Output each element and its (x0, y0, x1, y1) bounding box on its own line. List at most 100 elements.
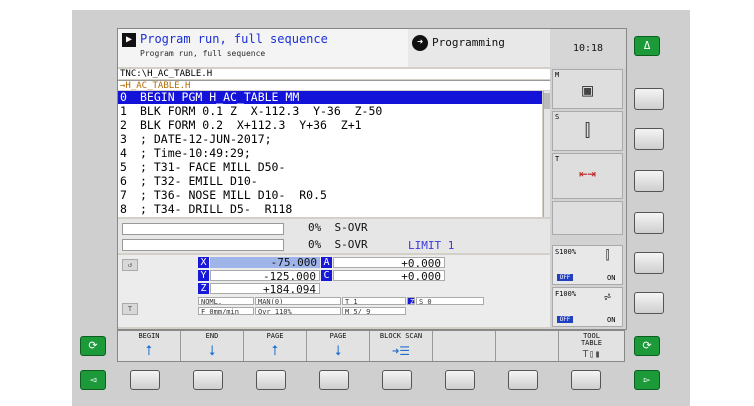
m-function-box[interactable]: M ▣ (552, 69, 623, 109)
page-down-icon: ⭣ (334, 343, 342, 359)
bottom-hardkey-2[interactable] (193, 370, 223, 390)
line-text: ; T34- DRILL D5- R118 (140, 202, 293, 216)
programming-icon: ➜ (412, 35, 428, 51)
axis-y-label: Y (198, 270, 209, 281)
right-hardkey-6[interactable] (634, 292, 664, 314)
programming-mode-tab[interactable]: ➜ Programming (408, 29, 550, 67)
tool-table-softkey[interactable]: TOOL TABLE T▯▮ (559, 331, 624, 361)
softkey-left-arrow-button[interactable]: ◅ (80, 370, 106, 390)
end-softkey[interactable]: END ⭣ (181, 331, 244, 361)
arrow-down-icon: ⭣ (208, 343, 216, 359)
program-listing[interactable]: 0 BEGIN PGM H_AC_TABLE MM 1 BLK FORM 0.1 Z … (118, 91, 542, 217)
status-mode: NOML. (198, 297, 254, 305)
mode-title: Program run, full sequence (140, 32, 328, 46)
status-feed: F 0mm/min (198, 307, 254, 315)
t-tag: T (555, 155, 560, 163)
tool-status-icon: T (122, 303, 138, 315)
line-number: 1 (120, 104, 127, 118)
line-text: ; T32- EMILL D10- (140, 174, 258, 188)
right-hardkey-2[interactable] (634, 128, 664, 150)
program-line[interactable]: 2 BLK FORM 0.2 X+112.3 Y+36 Z+1 (118, 119, 542, 132)
line-number: 4 (120, 146, 127, 160)
s-function-box[interactable]: S ⫿ (552, 111, 623, 151)
page-up-label: PAGE (266, 332, 284, 340)
status-ovr: Ovr 110% (255, 307, 341, 315)
bottom-hardkey-5[interactable] (382, 370, 412, 390)
right-status-panel: M ▣ S ⫿ T ⇤⇥ S100% ⫿ OFF ON F100% ⩫ OFF … (550, 67, 626, 329)
right-rotate-button[interactable]: ⟳ (634, 336, 660, 356)
spindle-override-text: 0% S-OVR (308, 238, 368, 251)
cnc-screen: ▶ Program run, full sequence Program run… (117, 28, 627, 330)
status-m: M 5/ 9 (342, 307, 406, 315)
program-line[interactable]: 3 ; DATE-12-JUN-2017; (118, 133, 542, 146)
limit-label: LIMIT 1 (408, 239, 455, 252)
mode-switch-button[interactable]: Δ (634, 36, 660, 56)
status-spindle-speed: S 0 (416, 297, 484, 305)
bottom-hardkey-3[interactable] (256, 370, 286, 390)
f100-label: F100% (555, 290, 577, 298)
block-scan-softkey[interactable]: BLOCK SCAN ➜☰ (370, 331, 433, 361)
spindle-icon: ⫿ (584, 120, 591, 141)
bottom-hardkey-1[interactable] (130, 370, 160, 390)
s100-label: S100% (555, 248, 577, 256)
position-display: ↺ X -75.000 A +0.000 Y -125.000 C +0.000… (118, 255, 550, 327)
file-tab[interactable]: →H_AC_TABLE.H (118, 80, 550, 91)
block-scan-icon: ➜☰ (392, 344, 410, 358)
machine-icon: ▣ (582, 80, 593, 101)
axis-a-value: +0.000 (333, 257, 445, 269)
program-line[interactable]: 8 ; T34- DRILL D5- R118 (118, 203, 542, 216)
program-line[interactable]: 1 BLK FORM 0.1 Z X-112.3 Y-36 Z-50 (118, 105, 542, 118)
feed-override-bar (122, 223, 284, 235)
program-line[interactable]: 4 ; Time-10:49:29; (118, 147, 542, 160)
page-down-label: PAGE (329, 332, 347, 340)
left-rotate-button[interactable]: ⟳ (80, 336, 106, 356)
bottom-hardkey-8[interactable] (571, 370, 601, 390)
program-line[interactable]: 7 ; T36- NOSE MILL D10- R0.5 (118, 189, 542, 202)
line-number: 5 (120, 160, 127, 174)
t-function-box[interactable]: T ⇤⇥ (552, 153, 623, 199)
right-hardkey-1[interactable] (634, 88, 664, 110)
empty-softkey-2[interactable] (496, 331, 559, 361)
begin-label: BEGIN (138, 332, 160, 340)
right-hardkey-3[interactable] (634, 170, 664, 192)
spindle-off-indicator: OFF (557, 274, 573, 281)
page-up-icon: ⭡ (271, 343, 279, 359)
softkey-right-arrow-button[interactable]: ▻ (634, 370, 660, 390)
bottom-hardkey-7[interactable] (508, 370, 538, 390)
bottom-hardkey-4[interactable] (319, 370, 349, 390)
arrow-up-icon: ⭡ (145, 343, 153, 359)
axis-a-label: A (321, 257, 332, 268)
clock: 10:18 (572, 43, 604, 54)
line-text: BLK FORM 0.2 X+112.3 Y+36 Z+1 (140, 118, 362, 132)
bottom-hardkey-6[interactable] (445, 370, 475, 390)
program-line[interactable]: 0 BEGIN PGM H_AC_TABLE MM (118, 91, 542, 104)
page-down-softkey[interactable]: PAGE ⭣ (307, 331, 370, 361)
spindle-on-label: ON (607, 274, 616, 282)
line-text: ; DATE-12-JUN-2017; (140, 132, 272, 146)
blank-function-box[interactable] (552, 201, 623, 235)
right-hardkey-5[interactable] (634, 252, 664, 274)
spindle-override-box[interactable]: S100% ⫿ OFF ON (552, 245, 623, 285)
axis-c-label: C (321, 270, 332, 281)
begin-softkey[interactable]: BEGIN ⭡ (118, 331, 181, 361)
line-text: ; T31- FACE MILL D50- (140, 160, 286, 174)
line-text: BLK FORM 0.1 Z X-112.3 Y-36 Z-50 (140, 104, 383, 118)
page-up-softkey[interactable]: PAGE ⭡ (244, 331, 307, 361)
spindle-dial-icon: ⫿ (605, 248, 610, 262)
axis-x-label: X (198, 257, 209, 268)
feed-off-indicator: OFF (557, 316, 573, 323)
line-text: ; T36- NOSE MILL D10- R0.5 (140, 188, 327, 202)
status-man: MAN(0) (255, 297, 341, 305)
tool-length-icon: ⇤⇥ (579, 166, 596, 182)
feed-override-text: 0% S-OVR (308, 221, 368, 234)
feed-override-box[interactable]: F100% ⩫ OFF ON (552, 287, 623, 327)
spindle-override-bar (122, 239, 284, 251)
mode-area: ▶ Program run, full sequence Program run… (118, 29, 408, 67)
axis-z-label: Z (198, 283, 209, 294)
axis-x-value: -75.000 (210, 257, 320, 268)
program-run-icon: ▶ (122, 33, 136, 47)
program-line[interactable]: 6 ; T32- EMILL D10- (118, 175, 542, 188)
empty-softkey-1[interactable] (433, 331, 496, 361)
program-line[interactable]: 5 ; T31- FACE MILL D50- (118, 161, 542, 174)
right-hardkey-4[interactable] (634, 212, 664, 234)
